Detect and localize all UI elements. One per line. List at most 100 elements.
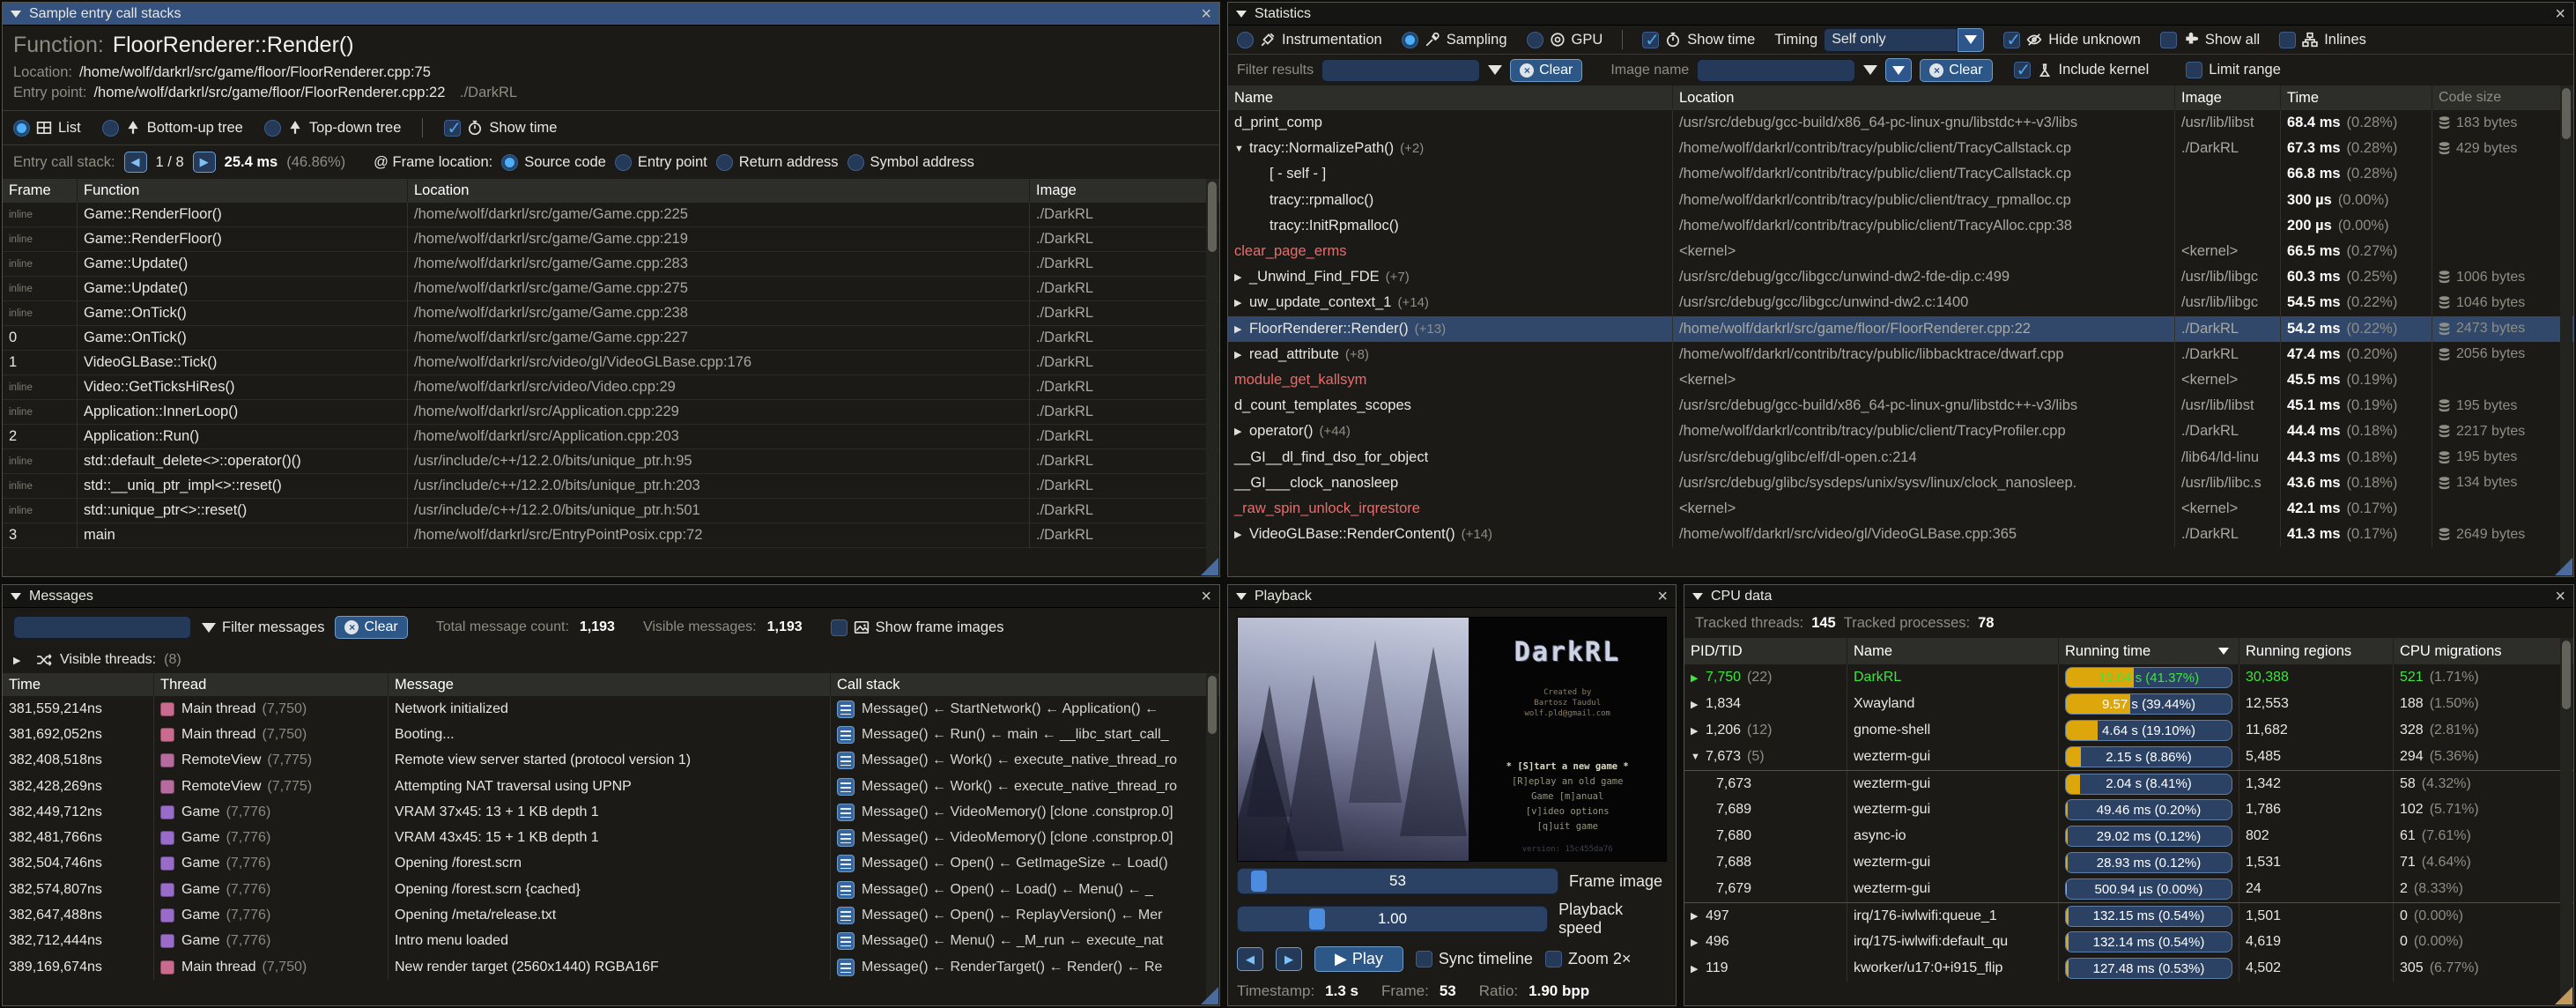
cpu-thread-row[interactable]: ▶ 1,834 Xwayland 9.57 s (39.44%) 12,553 [1684,691,2573,717]
expander-icon[interactable]: ▶ [1234,323,1249,335]
scrollbar-track[interactable] [2560,638,2572,1005]
call-stack-cell[interactable]: Message() ← VideoMemory() [clone .constp… [831,825,1206,850]
cpu-thread-row[interactable]: ▶ 1,206 (12) gnome-shell 4.64 s (19.10%)… [1684,717,2573,744]
next-frame-button[interactable]: ▶ [1276,947,1302,971]
gpu-radio[interactable]: GPU [1527,32,1603,48]
scrollbar-grip[interactable] [2562,641,2571,709]
call-stack-row[interactable]: inline Game::RenderFloor() /home/wolf/da… [3,203,1219,227]
frame-loc-source-radio[interactable]: Source code [501,154,606,171]
call-stack-cell[interactable]: Message() ← Run() ← main ← __libc_start_… [831,722,1206,747]
col-pid-tid[interactable]: PID/TID [1684,638,1847,664]
timing-dropdown[interactable]: Self only [1824,28,1984,52]
scrollbar-track[interactable] [2560,85,2572,576]
statistics-row[interactable]: module_get_kallsym <kernel> <kernel> 45.… [1228,367,2573,393]
call-stack-row[interactable]: inline Game::Update() /home/wolf/darkrl/… [3,277,1219,301]
col-frame[interactable]: Frame [3,179,78,203]
collapse-icon[interactable] [1236,11,1247,18]
statistics-row[interactable]: ▶ FloorRenderer::Render() (+13) /home/wo… [1228,316,2573,342]
scrollbar-grip[interactable] [2562,88,2571,139]
call-stack-row[interactable]: inline Game::OnTick() /home/wolf/darkrl/… [3,301,1219,326]
col-running-time[interactable]: Running time [2059,638,2239,664]
expander-icon[interactable]: ▼ [1691,752,1706,762]
call-stack-row[interactable]: 0 Game::OnTick() /home/wolf/darkrl/src/g… [3,326,1219,351]
statistics-row[interactable]: ▼ tracy::NormalizePath() (+2) /home/wolf… [1228,136,2573,161]
message-row[interactable]: 382,712,444ns Game (7,776) Intro menu lo… [3,929,1219,954]
zoom-2x-checkbox[interactable]: Zoom 2× [1545,950,1632,968]
frame-loc-return-radio[interactable]: Return address [716,154,839,171]
sampling-radio[interactable]: Sampling [1402,32,1507,48]
call-stack-row[interactable]: inline Game::RenderFloor() /home/wolf/da… [3,227,1219,252]
mode-bottom-up-radio[interactable]: Bottom-up tree [102,120,243,137]
clear-image-filter-button[interactable]: Clear [1920,59,1992,82]
call-stack-icon[interactable] [837,959,855,976]
stats-show-time-checkbox[interactable]: Show time [1642,32,1755,48]
message-row[interactable]: 381,692,052ns Main thread (7,750) Bootin… [3,722,1219,747]
expander-icon[interactable]: ▶ [1234,297,1249,308]
scrollbar-track[interactable] [1206,179,1218,576]
resize-grip[interactable] [1201,558,1218,575]
frame-loc-entry-radio[interactable]: Entry point [615,154,707,171]
statistics-row[interactable]: d_print_comp /usr/src/debug/gcc-build/x8… [1228,110,2573,136]
call-stack-cell[interactable]: Message() ← Menu() ← _M_run ← execute_na… [831,929,1206,954]
call-stack-row[interactable]: inline Game::Update() /home/wolf/darkrl/… [3,252,1219,277]
collapse-icon[interactable] [1692,593,1703,600]
cpu-thread-row[interactable]: ▶ 496 irq/175-iwlwifi:default_qu 132.14 … [1684,929,2573,955]
call-stack-cell[interactable]: Message() ← RenderTarget() ← Render() ← … [831,954,1206,980]
expander-icon[interactable]: ▶ [1691,910,1706,922]
scrollbar-grip[interactable] [1208,676,1217,734]
cpu-thread-row[interactable]: 7,680 async-io 29.02 ms (0.12%) 802 [1684,823,2573,849]
funnel-icon[interactable] [1863,65,1877,75]
statistics-row[interactable]: ▶ uw_update_context_1 (+14) /usr/src/deb… [1228,290,2573,315]
statistics-row[interactable]: tracy::rpmalloc() /home/wolf/darkrl/cont… [1228,188,2573,213]
image-name-input[interactable] [1697,59,1855,82]
statistics-row[interactable]: [ - self - ] /home/wolf/darkrl/contrib/t… [1228,161,2573,187]
call-stack-icon[interactable] [837,881,855,899]
col-name[interactable]: Name [1228,85,1673,110]
col-image[interactable]: Image [2175,85,2281,110]
statistics-row[interactable]: ▶ VideoGLBase::RenderContent() (+14) /ho… [1228,522,2573,547]
speed-slider[interactable]: 1.00 [1237,906,1548,932]
prev-stack-button[interactable]: ◀ [124,152,147,173]
cpu-thread-row[interactable]: ▼ 7,673 (5) wezterm-gui 2.15 s (8.86%) 5… [1684,744,2573,770]
statistics-row[interactable]: ▶ read_attribute (+8) /home/wolf/darkrl/… [1228,342,2573,367]
statistics-row[interactable]: __GI__dl_find_dso_for_object /usr/src/de… [1228,444,2573,470]
col-time[interactable]: Time [2281,85,2432,110]
call-stack-cell[interactable]: Message() ← StartNetwork() ← Application… [831,696,1206,722]
message-row[interactable]: 382,449,712ns Game (7,776) VRAM 37x45: 1… [3,799,1219,825]
call-stack-icon[interactable] [837,778,855,796]
col-code-size[interactable]: Code size [2432,85,2562,110]
instrumentation-radio[interactable]: Instrumentation [1237,32,1382,48]
call-stack-icon[interactable] [837,804,855,821]
col-name[interactable]: Name [1847,638,2059,664]
show-frame-images-checkbox[interactable]: Show frame images [831,619,1004,636]
message-row[interactable]: 382,647,488ns Game (7,776) Opening /meta… [3,902,1219,928]
col-location[interactable]: Location [1673,85,2175,110]
limit-range-checkbox[interactable]: Limit range [2186,62,2281,78]
message-row[interactable]: 382,428,269ns RemoteView (7,775) Attempt… [3,774,1219,799]
inlines-checkbox[interactable]: Inlines [2279,32,2366,48]
close-icon[interactable] [2555,588,2565,605]
next-stack-button[interactable]: ▶ [193,152,216,173]
call-stack-row[interactable]: inline std::__uniq_ptr_impl<>::reset() /… [3,474,1219,499]
call-stack-icon[interactable] [837,907,855,924]
mode-list-radio[interactable]: List [13,120,81,137]
clear-messages-button[interactable]: Clear [335,616,407,639]
message-row[interactable]: 382,408,518ns RemoteView (7,775) Remote … [3,748,1219,774]
col-running-regions[interactable]: Running regions [2239,638,2394,664]
resize-grip[interactable] [2555,987,2572,1004]
statistics-row[interactable]: d_count_templates_scopes /usr/src/debug/… [1228,393,2573,419]
close-icon[interactable] [1657,588,1668,605]
prev-frame-button[interactable]: ◀ [1237,947,1263,971]
call-stack-icon[interactable] [837,700,855,718]
call-stack-row[interactable]: inline Video::GetTicksHiRes() /home/wolf… [3,375,1219,400]
statistics-row[interactable]: __GI___clock_nanosleep /usr/src/debug/gl… [1228,471,2573,496]
call-stack-row[interactable]: inline Application::InnerLoop() /home/wo… [3,400,1219,425]
resize-grip[interactable] [1201,987,1218,1004]
call-stack-row[interactable]: 2 Application::Run() /home/wolf/darkrl/s… [3,425,1219,449]
scrollbar-grip[interactable] [1208,182,1217,252]
mode-top-down-radio[interactable]: Top-down tree [264,120,402,137]
call-stack-cell[interactable]: Message() ← Work() ← execute_native_thre… [831,774,1206,799]
hide-unknown-checkbox[interactable]: Hide unknown [2003,32,2141,48]
call-stack-row[interactable]: 3 main /home/wolf/darkrl/src/EntryPointP… [3,523,1219,548]
expander-icon[interactable]: ▶ [1691,672,1706,684]
